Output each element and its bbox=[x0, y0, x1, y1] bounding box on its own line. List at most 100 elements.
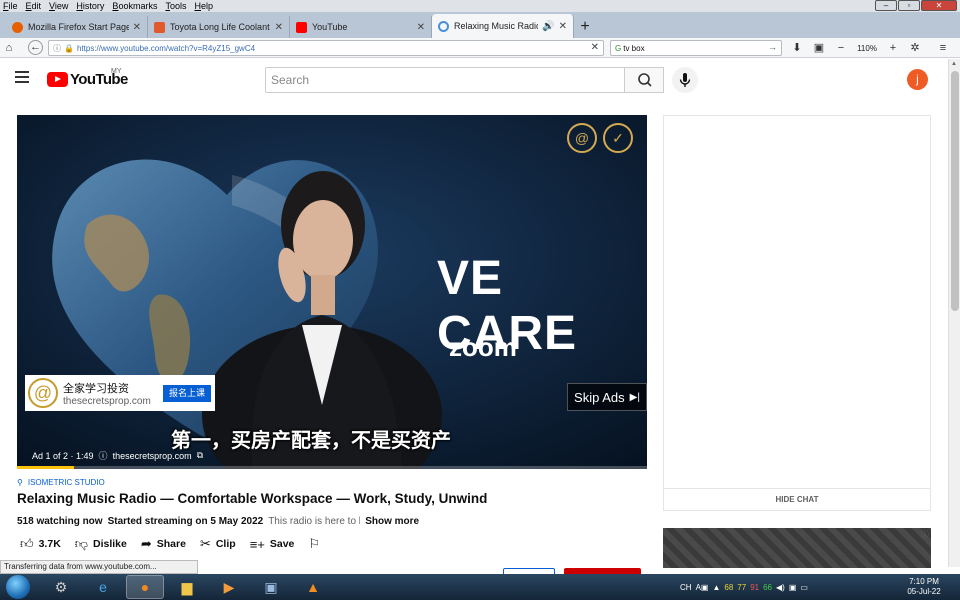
menu-edit[interactable]: Edit bbox=[26, 1, 42, 11]
taskbar-app-icon[interactable]: ⚙ bbox=[42, 575, 80, 599]
minimize-button[interactable]: – bbox=[875, 0, 897, 11]
ad-progress-bar[interactable] bbox=[17, 466, 647, 469]
video-overlay-zoom: zoom bbox=[449, 332, 517, 362]
share-icon: ➦ bbox=[140, 536, 152, 551]
skip-ads-button[interactable]: Skip Ads ▶| bbox=[567, 383, 647, 411]
menu-history[interactable]: History bbox=[76, 1, 104, 11]
video-meta: 518 watching now Started streaming on 5 … bbox=[17, 516, 419, 527]
youtube-logo[interactable]: YouTube MY bbox=[47, 68, 128, 88]
watching-count: 518 watching now bbox=[17, 516, 103, 527]
show-hidden-icons-icon[interactable]: ▲ bbox=[712, 583, 720, 592]
page-scrollbar[interactable]: ▲ bbox=[948, 59, 960, 567]
close-tab-icon[interactable]: ✕ bbox=[133, 22, 141, 33]
sidebar-icon[interactable]: ▣ bbox=[810, 39, 828, 57]
ad-domain[interactable]: thesecretsprop.com bbox=[113, 451, 192, 461]
vlc-icon[interactable]: ▲ bbox=[294, 575, 332, 599]
language-indicator[interactable]: CH bbox=[680, 583, 692, 592]
search-engine-icon[interactable]: G bbox=[615, 44, 621, 53]
menu-file[interactable]: File bbox=[3, 1, 18, 11]
ime-icon[interactable]: A▣ bbox=[696, 583, 709, 592]
skip-next-icon: ▶| bbox=[629, 391, 640, 403]
windows-taskbar: ⚙ e ● ▆ ▶ ▣ ▲ CH A▣ ▲ 68 77 91 66 ◀) ▣ ▭… bbox=[0, 574, 960, 600]
clock[interactable]: 7:10 PM 05-Jul-22 bbox=[900, 577, 948, 597]
save-button[interactable]: ≡+ Save bbox=[250, 537, 295, 552]
ad-card[interactable]: @ 全家学习投资 thesecretsprop.com 报名上课 bbox=[25, 375, 215, 411]
firefox-icon[interactable]: ● bbox=[126, 575, 164, 599]
browser-search-box[interactable]: G tv box → bbox=[610, 40, 782, 56]
microphone-icon bbox=[679, 73, 691, 87]
tab-strip: Mozilla Firefox Start Page ✕ Toyota Long… bbox=[0, 12, 960, 38]
sidebar-ad-image[interactable] bbox=[663, 528, 931, 568]
maximize-button[interactable]: ▫ bbox=[898, 0, 920, 11]
thumbs-up-icon: 👍︎ bbox=[20, 536, 34, 551]
action-center-icon[interactable]: ▭ bbox=[800, 583, 808, 592]
ad-cta-button[interactable]: 报名上课 bbox=[163, 385, 211, 402]
menu-icon[interactable]: ≡ bbox=[934, 39, 952, 57]
search-go-icon[interactable]: → bbox=[768, 42, 777, 52]
hamburger-menu-icon[interactable] bbox=[15, 71, 29, 85]
channel-link[interactable]: ⚲ ISOMETRIC STUDIO bbox=[17, 478, 105, 487]
clear-url-icon[interactable]: ✕ bbox=[591, 42, 599, 53]
search-input[interactable]: Search bbox=[265, 67, 625, 93]
search-value: tv box bbox=[623, 43, 645, 53]
video-player[interactable]: @ ✓ VE CARE zoom 第一，买房产配套，不是买资产 @ 全家学习投资… bbox=[17, 115, 647, 469]
file-explorer-icon[interactable]: ▆ bbox=[168, 575, 206, 599]
network-icon[interactable]: ▣ bbox=[789, 583, 797, 592]
ad-info-icon[interactable]: ⓘ bbox=[921, 529, 929, 540]
zoom-in-icon[interactable]: + bbox=[884, 39, 902, 57]
taskbar-app-icon[interactable]: ▣ bbox=[252, 575, 290, 599]
menu-tools[interactable]: Tools bbox=[165, 1, 186, 11]
info-icon[interactable]: ⓘ bbox=[99, 449, 108, 462]
tab-label: YouTube bbox=[312, 22, 348, 32]
stream-start-date: Started streaming on 5 May 2022 bbox=[107, 516, 264, 527]
avatar[interactable]: j bbox=[907, 69, 928, 90]
external-link-icon: ⧉ bbox=[196, 450, 204, 460]
close-tab-icon[interactable]: ✕ bbox=[275, 22, 283, 33]
voice-search-button[interactable] bbox=[672, 67, 698, 93]
brand-watermark: @ ✓ bbox=[567, 123, 633, 153]
close-window-button[interactable]: ✕ bbox=[921, 0, 957, 11]
dislike-button[interactable]: 👎︎ Dislike bbox=[75, 536, 127, 552]
tab-relaxing-music[interactable]: Relaxing Music Radio — C 🔊 ✕ bbox=[432, 14, 574, 38]
new-tab-button[interactable]: + bbox=[574, 16, 596, 38]
close-tab-icon[interactable]: ✕ bbox=[417, 22, 425, 33]
search-button[interactable] bbox=[624, 67, 664, 93]
internet-explorer-icon[interactable]: e bbox=[84, 575, 122, 599]
like-button[interactable]: 👍︎ 3.7K bbox=[20, 536, 61, 552]
zoom-level[interactable]: 110% bbox=[854, 44, 880, 53]
home-icon[interactable]: ⌂ bbox=[0, 39, 18, 57]
back-icon[interactable]: ← bbox=[28, 40, 43, 55]
tab-firefox-start[interactable]: Mozilla Firefox Start Page ✕ bbox=[6, 16, 148, 38]
scroll-thumb[interactable] bbox=[951, 71, 959, 311]
download-icon[interactable]: ⬇ bbox=[788, 39, 806, 57]
extension-icon[interactable]: ✲ bbox=[906, 39, 924, 57]
info-icon[interactable]: ⓘ bbox=[53, 43, 61, 54]
menu-bookmarks[interactable]: Bookmarks bbox=[112, 1, 157, 11]
audio-icon[interactable]: 🔊 bbox=[542, 21, 554, 32]
window-controls: – ▫ ✕ bbox=[875, 0, 957, 11]
scroll-up-icon[interactable]: ▲ bbox=[951, 61, 957, 67]
ad-title: 全家学习投资 bbox=[63, 382, 129, 395]
thumbs-down-icon: 👎︎ bbox=[74, 536, 88, 551]
show-more-button[interactable]: Show more bbox=[365, 516, 419, 527]
clock-date: 05-Jul-22 bbox=[907, 587, 941, 596]
url-bar[interactable]: ⓘ 🔒 https://www.youtube.com/watch?v=R4yZ… bbox=[48, 40, 604, 56]
clip-button[interactable]: ✂ Clip bbox=[200, 536, 236, 552]
share-label: Share bbox=[156, 538, 186, 550]
menu-view[interactable]: View bbox=[49, 1, 68, 11]
start-button[interactable] bbox=[6, 575, 30, 599]
close-tab-icon[interactable]: ✕ bbox=[559, 21, 567, 32]
clock-time: 7:10 PM bbox=[909, 577, 939, 586]
share-button[interactable]: ➦ Share bbox=[141, 536, 186, 552]
tab-label: Mozilla Firefox Start Page bbox=[28, 22, 129, 32]
media-player-icon[interactable]: ▶ bbox=[210, 575, 248, 599]
zoom-out-icon[interactable]: − bbox=[832, 39, 850, 57]
dislike-label: Dislike bbox=[92, 538, 127, 550]
hide-chat-button[interactable]: HIDE CHAT bbox=[664, 488, 930, 510]
report-button[interactable]: ⚐ bbox=[308, 536, 320, 552]
tab-youtube[interactable]: YouTube ✕ bbox=[290, 16, 432, 38]
tab-toyota-coolant[interactable]: Toyota Long Life Coolant 1L ✕ bbox=[148, 16, 290, 38]
menu-help[interactable]: Help bbox=[194, 1, 213, 11]
ad-progress-fill bbox=[17, 466, 74, 469]
volume-icon[interactable]: ◀) bbox=[776, 583, 785, 592]
